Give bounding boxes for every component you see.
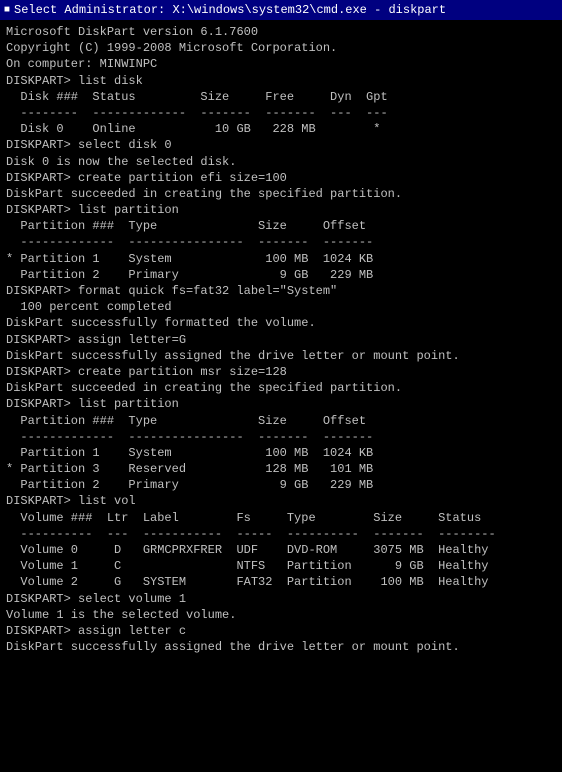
console-line: DISKPART> assign letter=G bbox=[6, 332, 556, 348]
console-line: DISKPART> list vol bbox=[6, 493, 556, 509]
console-line: Partition ### Type Size Offset bbox=[6, 413, 556, 429]
console-line: DISKPART> list disk bbox=[6, 73, 556, 89]
console-line: Microsoft DiskPart version 6.1.7600 bbox=[6, 24, 556, 40]
console-line: Partition 2 Primary 9 GB 229 MB bbox=[6, 477, 556, 493]
console-line: * Partition 1 System 100 MB 1024 KB bbox=[6, 251, 556, 267]
console-line: Volume ### Ltr Label Fs Type Size Status bbox=[6, 510, 556, 526]
title-bar-icon: ■ bbox=[4, 5, 10, 16]
title-bar: ■ Select Administrator: X:\windows\syste… bbox=[0, 0, 562, 20]
console-line: DiskPart successfully assigned the drive… bbox=[6, 639, 556, 655]
console-line: 100 percent completed bbox=[6, 299, 556, 315]
console-line: * Partition 3 Reserved 128 MB 101 MB bbox=[6, 461, 556, 477]
console-line: DISKPART> assign letter c bbox=[6, 623, 556, 639]
console-line: ------------- ---------------- ------- -… bbox=[6, 429, 556, 445]
title-bar-label: Select Administrator: X:\windows\system3… bbox=[14, 3, 446, 17]
console-line: On computer: MINWINPC bbox=[6, 56, 556, 72]
console-line: Volume 1 C NTFS Partition 9 GB Healthy bbox=[6, 558, 556, 574]
console-line: DISKPART> list partition bbox=[6, 396, 556, 412]
console-line: Disk 0 Online 10 GB 228 MB * bbox=[6, 121, 556, 137]
console-line: Disk ### Status Size Free Dyn Gpt bbox=[6, 89, 556, 105]
console-line: DISKPART> select disk 0 bbox=[6, 137, 556, 153]
console-line: DISKPART> select volume 1 bbox=[6, 591, 556, 607]
window: ■ Select Administrator: X:\windows\syste… bbox=[0, 0, 562, 772]
console-line: DISKPART> create partition efi size=100 bbox=[6, 170, 556, 186]
console-line: Disk 0 is now the selected disk. bbox=[6, 154, 556, 170]
console-line: Partition 2 Primary 9 GB 229 MB bbox=[6, 267, 556, 283]
console-area[interactable]: Microsoft DiskPart version 6.1.7600Copyr… bbox=[0, 20, 562, 772]
console-line: Volume 2 G SYSTEM FAT32 Partition 100 MB… bbox=[6, 574, 556, 590]
console-line: DiskPart successfully formatted the volu… bbox=[6, 315, 556, 331]
console-line: Partition 1 System 100 MB 1024 KB bbox=[6, 445, 556, 461]
console-line: Partition ### Type Size Offset bbox=[6, 218, 556, 234]
console-line: ---------- --- ----------- ----- -------… bbox=[6, 526, 556, 542]
console-line: DISKPART> format quick fs=fat32 label="S… bbox=[6, 283, 556, 299]
console-line: Volume 0 D GRMCPRXFRER UDF DVD-ROM 3075 … bbox=[6, 542, 556, 558]
console-line: DISKPART> create partition msr size=128 bbox=[6, 364, 556, 380]
console-line: -------- ------------- ------- ------- -… bbox=[6, 105, 556, 121]
console-line: ------------- ---------------- ------- -… bbox=[6, 234, 556, 250]
console-line: Copyright (C) 1999-2008 Microsoft Corpor… bbox=[6, 40, 556, 56]
console-line: DiskPart succeeded in creating the speci… bbox=[6, 380, 556, 396]
console-line: DiskPart successfully assigned the drive… bbox=[6, 348, 556, 364]
console-line: Volume 1 is the selected volume. bbox=[6, 607, 556, 623]
console-line: DiskPart succeeded in creating the speci… bbox=[6, 186, 556, 202]
console-line: DISKPART> list partition bbox=[6, 202, 556, 218]
